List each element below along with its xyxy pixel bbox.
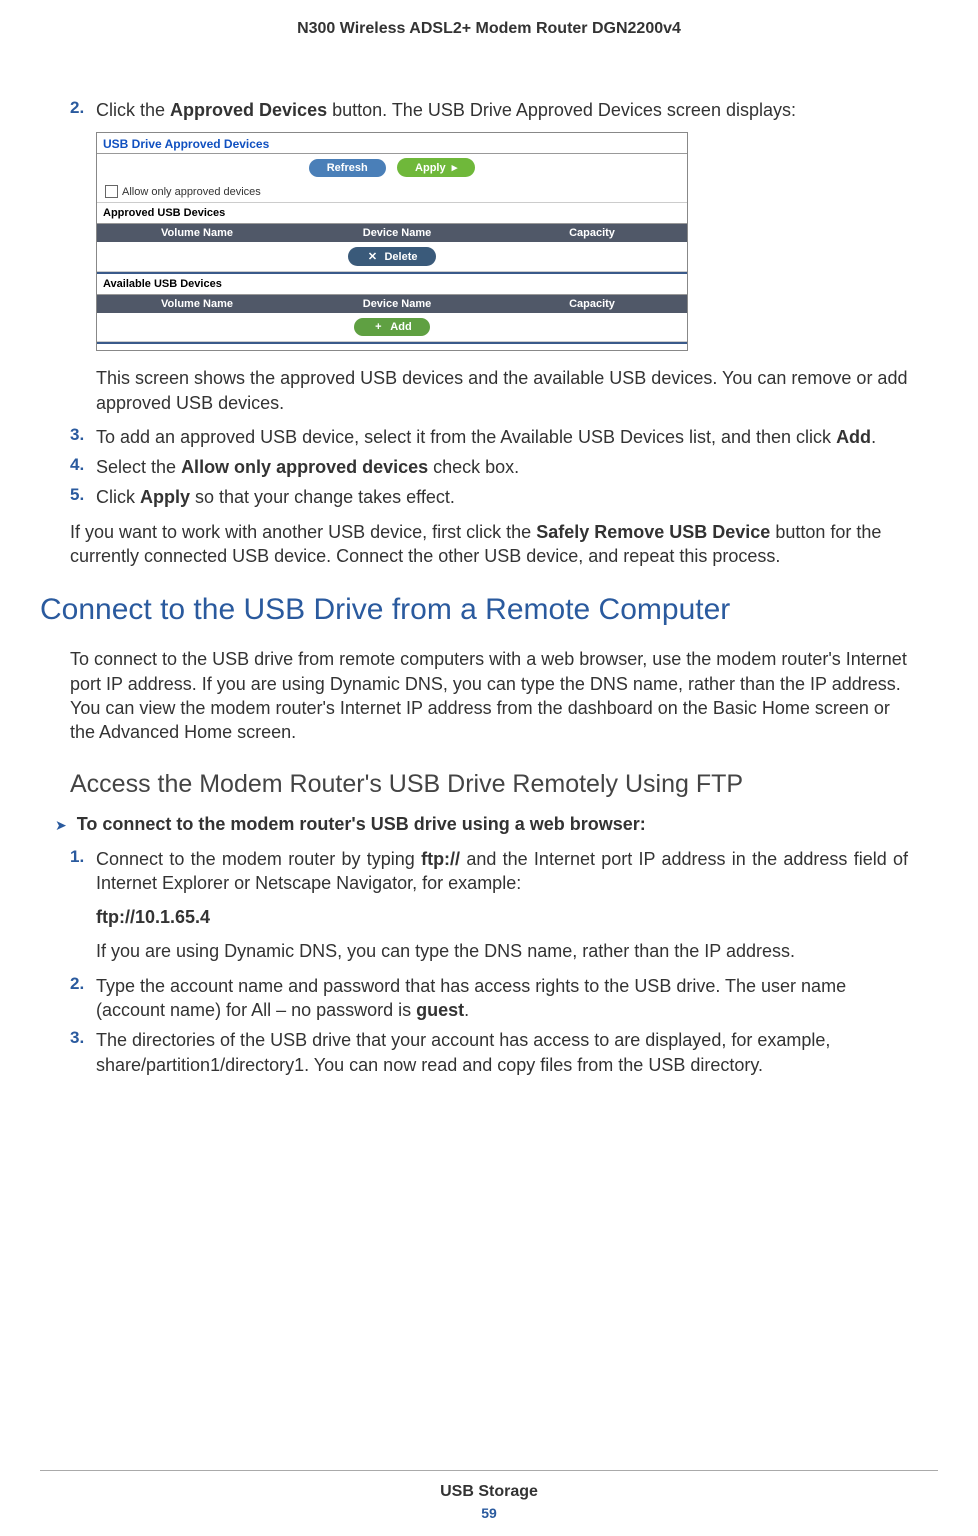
col-volume: Volume Name xyxy=(97,298,297,310)
heading-ftp: Access the Modem Router's USB Drive Remo… xyxy=(70,770,908,799)
footer-section: USB Storage xyxy=(40,1483,938,1501)
task-text: To connect to the modem router's USB dri… xyxy=(77,814,646,835)
paragraph-connect: To connect to the USB drive from remote … xyxy=(70,647,908,744)
screenshot-approved-devices: USB Drive Approved Devices Refresh Apply… xyxy=(96,132,688,351)
step-number: 2. xyxy=(70,974,96,994)
step-4: 4. Select the Allow only approved device… xyxy=(70,455,908,479)
delete-button[interactable]: ✕Delete xyxy=(348,247,435,266)
col-capacity: Capacity xyxy=(497,227,687,239)
allow-only-checkbox[interactable] xyxy=(105,185,118,198)
task-heading: ➤ To connect to the modem router's USB d… xyxy=(55,814,908,835)
step-text: Click the Approved Devices button. The U… xyxy=(96,98,908,122)
step-3: 3. To add an approved USB device, select… xyxy=(70,425,908,449)
ftp-step-2: 2. Type the account name and password th… xyxy=(70,974,908,1023)
col-capacity: Capacity xyxy=(497,298,687,310)
approved-section-label: Approved USB Devices xyxy=(97,203,687,224)
step-text: Click Apply so that your change takes ef… xyxy=(96,485,908,509)
add-button[interactable]: +Add xyxy=(354,318,429,336)
step-number: 4. xyxy=(70,455,96,475)
col-volume: Volume Name xyxy=(97,227,297,239)
page-footer: USB Storage 59 xyxy=(40,1470,938,1521)
ftp-step-3: 3. The directories of the USB drive that… xyxy=(70,1028,908,1077)
step-text: Select the Allow only approved devices c… xyxy=(96,455,908,479)
page-header: N300 Wireless ADSL2+ Modem Router DGN220… xyxy=(40,20,938,98)
step-5: 5. Click Apply so that your change takes… xyxy=(70,485,908,509)
allow-only-label: Allow only approved devices xyxy=(122,186,261,198)
screenshot-title: USB Drive Approved Devices xyxy=(97,133,687,154)
ftp-dns-note: If you are using Dynamic DNS, you can ty… xyxy=(96,939,908,963)
col-device: Device Name xyxy=(297,298,497,310)
step-number: 1. xyxy=(70,847,96,867)
allow-only-row: Allow only approved devices xyxy=(97,181,687,203)
step-text: Type the account name and password that … xyxy=(96,974,908,1023)
step-text: The directories of the USB drive that yo… xyxy=(96,1028,908,1077)
approved-table-header: Volume Name Device Name Capacity xyxy=(97,224,687,242)
col-device: Device Name xyxy=(297,227,497,239)
x-icon: ✕ xyxy=(366,250,378,263)
plus-icon: + xyxy=(372,321,384,333)
step-number: 2. xyxy=(70,98,96,118)
step-2: 2. Click the Approved Devices button. Th… xyxy=(70,98,908,122)
available-table-header: Volume Name Device Name Capacity xyxy=(97,295,687,313)
heading-connect-remote: Connect to the USB Drive from a Remote C… xyxy=(40,593,908,627)
apply-button[interactable]: Apply ▸ xyxy=(397,158,475,177)
ftp-example: ftp://10.1.65.4 xyxy=(96,905,908,929)
step-number: 5. xyxy=(70,485,96,505)
step-number: 3. xyxy=(70,425,96,445)
refresh-button[interactable]: Refresh xyxy=(309,159,386,177)
step-text: Connect to the modem router by typing ft… xyxy=(96,847,908,896)
ftp-step-1: 1. Connect to the modem router by typing… xyxy=(70,847,908,896)
arrow-icon: ➤ xyxy=(55,817,67,834)
step-2-note: This screen shows the approved USB devic… xyxy=(96,366,908,415)
footer-page-number: 59 xyxy=(40,1505,938,1521)
paragraph-safely-remove: If you want to work with another USB dev… xyxy=(70,520,908,569)
available-section-label: Available USB Devices xyxy=(97,274,687,295)
step-number: 3. xyxy=(70,1028,96,1048)
step-text: To add an approved USB device, select it… xyxy=(96,425,908,449)
